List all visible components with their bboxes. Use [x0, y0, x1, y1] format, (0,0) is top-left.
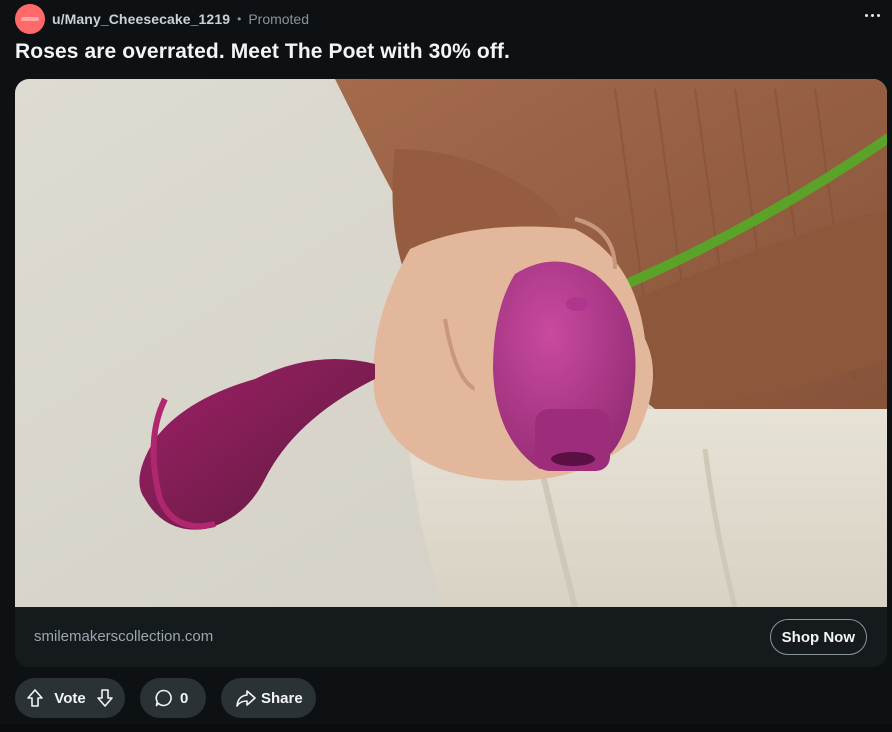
bottom-divider [0, 724, 892, 732]
avatar-logo [21, 17, 39, 21]
product-photo[interactable] [15, 79, 887, 607]
share-button[interactable]: Share [221, 678, 316, 718]
comment-count: 0 [180, 689, 189, 707]
product-toy-opening [551, 452, 595, 466]
product-toy-button [566, 297, 588, 311]
more-dot [864, 13, 868, 17]
vote-label: Vote [54, 689, 86, 707]
ad-link-bar: smilemakerscollection.com Shop Now [15, 607, 887, 667]
arrow-down-icon[interactable] [93, 686, 117, 710]
comment-bubble-icon [154, 688, 174, 708]
arrow-up-icon[interactable] [23, 686, 47, 710]
post-header: u/Many_Cheesecake_1219 • Promoted [15, 4, 892, 34]
post-title[interactable]: Roses are overrated. Meet The Poet with … [15, 40, 510, 64]
more-dot [870, 13, 874, 17]
shop-now-button[interactable]: Shop Now [769, 619, 867, 655]
share-label: Share [261, 689, 303, 707]
ad-media-card[interactable]: smilemakerscollection.com Shop Now [15, 79, 887, 667]
avatar[interactable] [15, 4, 45, 34]
ad-domain-link[interactable]: smilemakerscollection.com [34, 628, 213, 645]
vote-control: Vote [15, 678, 125, 718]
promoted-post: u/Many_Cheesecake_1219 • Promoted Roses … [0, 0, 892, 732]
more-options-icon[interactable] [860, 4, 884, 26]
share-arrow-icon [235, 688, 257, 708]
promoted-label: Promoted [248, 11, 310, 27]
username-link[interactable]: u/Many_Cheesecake_1219 [52, 11, 230, 27]
separator-dot: • [237, 12, 242, 26]
comments-button[interactable]: 0 [140, 678, 206, 718]
post-action-bar: Vote 0 Share [15, 678, 316, 718]
more-dot [876, 13, 880, 17]
